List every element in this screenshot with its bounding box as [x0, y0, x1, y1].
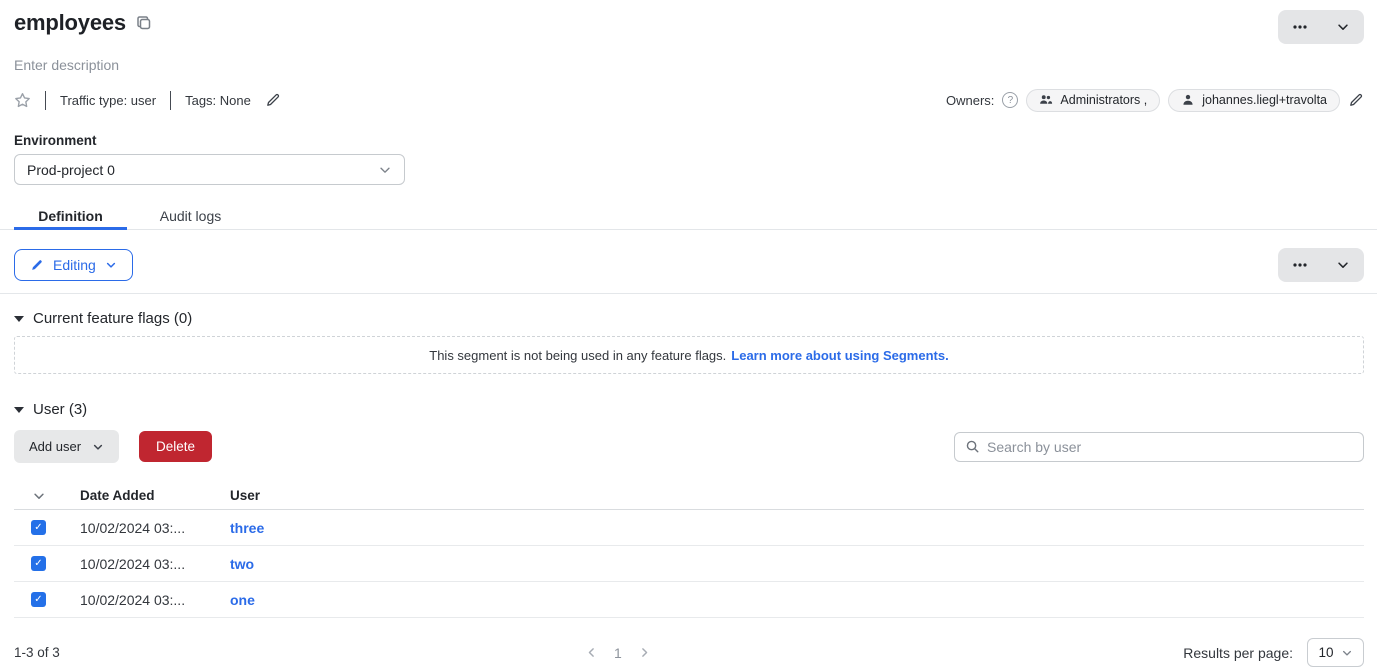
- collapse-caret-icon[interactable]: [14, 407, 24, 413]
- user-section-title: User (3): [33, 401, 87, 418]
- delete-button[interactable]: Delete: [139, 431, 212, 462]
- header-dropdown-button[interactable]: [1322, 10, 1364, 44]
- row-checkbox[interactable]: ✓: [31, 592, 46, 607]
- group-icon: [1039, 93, 1053, 107]
- help-icon[interactable]: ?: [1002, 92, 1018, 108]
- divider: [170, 91, 171, 110]
- page-title: employees: [14, 10, 126, 36]
- owner-chip-label: johannes.liegl+travolta: [1202, 93, 1327, 107]
- chevron-down-icon: [378, 163, 392, 177]
- tab-bar: Definition Audit logs: [0, 202, 1377, 230]
- previous-page-icon[interactable]: [585, 646, 598, 659]
- chevron-down-icon: [92, 441, 104, 453]
- user-link[interactable]: two: [230, 556, 254, 572]
- tab-audit-logs[interactable]: Audit logs: [127, 202, 254, 229]
- user-search-box: [954, 432, 1364, 462]
- row-checkbox[interactable]: ✓: [31, 556, 46, 571]
- segment-page: employees: [0, 0, 1377, 667]
- empty-feature-flags-box: This segment is not being used in any fe…: [14, 336, 1364, 374]
- overflow-menu-button[interactable]: [1278, 248, 1322, 282]
- chevron-down-icon: [105, 259, 117, 271]
- user-link[interactable]: three: [230, 520, 264, 536]
- favorite-star-icon[interactable]: [14, 92, 31, 109]
- results-per-page-value: 10: [1318, 645, 1333, 660]
- feature-flags-section-heading: Current feature flags (0): [14, 310, 1364, 327]
- chevron-down-icon: [1336, 20, 1350, 34]
- title-wrap: employees: [14, 10, 152, 36]
- owners-area: Owners: ? Administrators ,: [946, 89, 1364, 112]
- results-per-page: Results per page: 10: [1183, 638, 1364, 667]
- select-all-chevron-icon[interactable]: [32, 489, 46, 503]
- owner-chip-user: johannes.liegl+travolta: [1168, 89, 1340, 112]
- pagination: 1: [585, 645, 651, 661]
- table-footer: 1-3 of 3 1 Results per page: 10: [14, 638, 1364, 667]
- ellipsis-icon: [1292, 257, 1308, 273]
- table-row: ✓ 10/02/2024 03:... two: [14, 546, 1364, 582]
- user-link[interactable]: one: [230, 592, 255, 608]
- description-placeholder[interactable]: Enter description: [14, 57, 1364, 73]
- owners-label: Owners:: [946, 93, 994, 108]
- table-row: ✓ 10/02/2024 03:... three: [14, 510, 1364, 546]
- tab-definition[interactable]: Definition: [14, 202, 127, 229]
- user-table: Date Added User ✓ 10/02/2024 03:... thre…: [14, 482, 1364, 618]
- search-input[interactable]: [987, 439, 1353, 455]
- table-header-row: Date Added User: [14, 482, 1364, 510]
- search-icon: [965, 439, 980, 454]
- meta-left: Traffic type: user Tags: None: [14, 91, 281, 110]
- row-checkbox[interactable]: ✓: [31, 520, 46, 535]
- user-section-heading: User (3): [14, 401, 1364, 418]
- environment-section: Environment Prod-project 0: [14, 133, 1364, 185]
- next-page-icon[interactable]: [638, 646, 651, 659]
- results-per-page-select[interactable]: 10: [1307, 638, 1364, 667]
- traffic-type-label: Traffic type: user: [60, 93, 156, 108]
- ellipsis-icon: [1292, 19, 1308, 35]
- overflow-menu-button[interactable]: [1278, 10, 1322, 44]
- owner-chip-administrators: Administrators ,: [1026, 89, 1160, 112]
- environment-select[interactable]: Prod-project 0: [14, 154, 405, 185]
- divider: [45, 91, 46, 110]
- results-range-label: 1-3 of 3: [14, 645, 60, 660]
- meta-row: Traffic type: user Tags: None Owners: ?: [14, 88, 1364, 112]
- user-controls: Add user Delete: [14, 430, 1364, 463]
- environment-selected-value: Prod-project 0: [27, 162, 115, 178]
- cell-date-added: 10/02/2024 03:...: [63, 592, 213, 608]
- table-row: ✓ 10/02/2024 03:... one: [14, 582, 1364, 618]
- tags-label: Tags: None: [185, 93, 251, 108]
- page-header: employees: [14, 0, 1364, 44]
- cell-date-added: 10/02/2024 03:...: [63, 556, 213, 572]
- column-header-user: User: [213, 488, 260, 503]
- definition-dropdown-button[interactable]: [1322, 248, 1364, 282]
- definition-menu-group: [1278, 248, 1364, 282]
- editing-label: Editing: [53, 257, 96, 273]
- owner-chip-label: Administrators ,: [1060, 93, 1147, 107]
- person-icon: [1181, 93, 1195, 107]
- add-user-label: Add user: [29, 439, 81, 454]
- editing-mode-button[interactable]: Editing: [14, 249, 133, 281]
- chevron-down-icon: [1336, 258, 1350, 272]
- feature-flags-title: Current feature flags (0): [33, 310, 192, 327]
- header-menu-group: [1278, 10, 1364, 44]
- copy-icon[interactable]: [136, 15, 152, 31]
- collapse-caret-icon[interactable]: [14, 316, 24, 322]
- environment-label: Environment: [14, 133, 1364, 148]
- definition-toolbar: Editing: [14, 248, 1364, 282]
- results-per-page-label: Results per page:: [1183, 645, 1293, 661]
- add-user-button[interactable]: Add user: [14, 430, 119, 463]
- chevron-down-icon: [1341, 647, 1353, 659]
- empty-state-text: This segment is not being used in any fe…: [429, 348, 726, 363]
- divider: [0, 293, 1377, 294]
- column-header-date-added: Date Added: [63, 488, 213, 503]
- learn-more-link[interactable]: Learn more about using Segments.: [731, 348, 948, 363]
- pencil-icon: [30, 258, 44, 272]
- edit-tags-pencil-icon[interactable]: [265, 92, 281, 108]
- cell-date-added: 10/02/2024 03:...: [63, 520, 213, 536]
- page-number[interactable]: 1: [614, 645, 622, 661]
- edit-owners-pencil-icon[interactable]: [1348, 92, 1364, 108]
